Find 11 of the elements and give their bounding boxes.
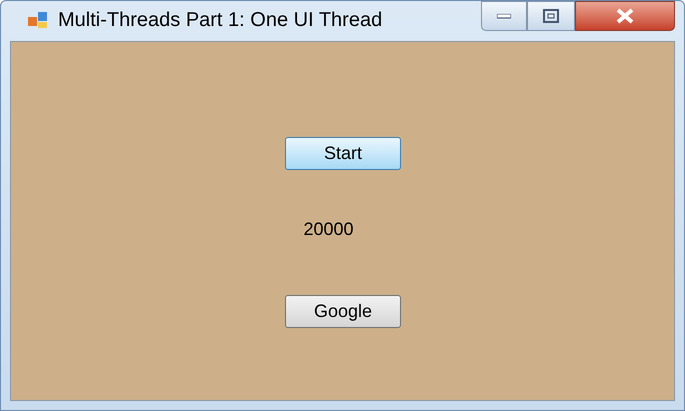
minimize-button[interactable]	[481, 1, 527, 31]
counter-label: 20000	[303, 218, 354, 240]
minimize-icon	[497, 14, 511, 18]
maximize-button[interactable]	[527, 1, 575, 31]
close-icon	[615, 8, 635, 24]
form-button[interactable]: Google	[285, 295, 401, 328]
form-button[interactable]: Start	[285, 137, 401, 170]
window-title: Multi-Threads Part 1: One UI Thread	[58, 8, 382, 33]
app-icon	[28, 11, 48, 29]
maximize-icon	[543, 9, 559, 23]
close-button[interactable]	[575, 1, 675, 31]
